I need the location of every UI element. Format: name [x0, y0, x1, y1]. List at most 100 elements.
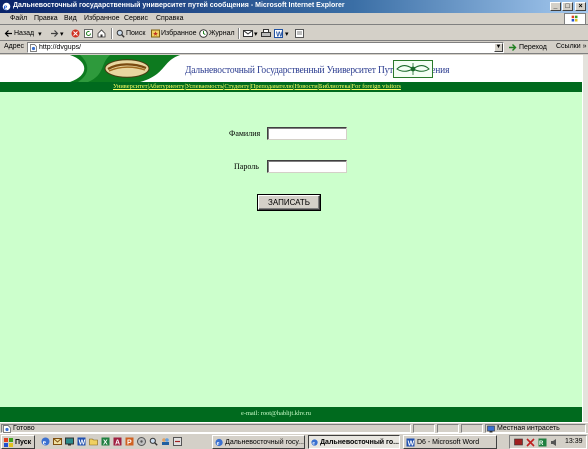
svg-text:P: P	[127, 439, 132, 446]
refresh-button[interactable]	[84, 28, 93, 39]
window-title-bar[interactable]: e Дальневосточный государственный универ…	[0, 0, 588, 13]
quicklaunch-outlook-icon[interactable]	[53, 437, 62, 446]
windows-flag-icon	[4, 437, 13, 447]
task-ie-icon: e	[215, 438, 223, 447]
go-button[interactable]: Переход	[508, 43, 547, 52]
quicklaunch-excel-icon[interactable]: X	[101, 437, 110, 446]
task-ie-icon: e	[311, 438, 318, 446]
discuss-button[interactable]	[295, 28, 304, 39]
menu-file[interactable]: Файл	[10, 15, 27, 22]
stop-button[interactable]	[71, 28, 80, 39]
intranet-zone-icon	[487, 425, 495, 433]
quicklaunch-word-icon[interactable]: W	[77, 437, 86, 446]
back-arrow-icon	[4, 30, 12, 37]
quicklaunch-powerpoint-icon[interactable]: P	[125, 437, 134, 446]
quicklaunch-app-icon[interactable]	[173, 437, 182, 446]
address-field[interactable]: ▼	[27, 42, 504, 53]
quicklaunch-access-icon[interactable]: A	[113, 437, 122, 446]
address-dropdown-icon[interactable]: ▼	[494, 43, 503, 52]
quicklaunch-desktop-icon[interactable]	[65, 437, 74, 446]
status-bar: Готово Местная интрасеть	[0, 422, 588, 433]
submit-button[interactable]: ЗАПИСАТЬ	[258, 195, 320, 210]
status-cell-empty	[461, 424, 483, 433]
clock[interactable]: 13:39	[565, 438, 583, 445]
print-button[interactable]	[261, 28, 271, 39]
page-viewport: Дальневосточный Государственный Универси…	[0, 55, 582, 422]
task-label: Дальневосточный го...	[320, 438, 399, 446]
task-word-icon: W	[406, 438, 415, 447]
svg-text:W: W	[79, 439, 86, 446]
favorites-icon	[151, 29, 160, 38]
nav-link-library[interactable]: Библиотека	[319, 83, 350, 90]
address-label: Адрес	[4, 43, 25, 50]
start-button[interactable]: Пуск	[1, 435, 35, 449]
back-dropdown-icon[interactable]: ▾	[38, 30, 42, 38]
menu-edit[interactable]: Правка	[34, 15, 58, 22]
edit-dropdown-icon[interactable]: ▾	[285, 30, 289, 38]
menu-view[interactable]: Вид	[64, 15, 77, 22]
minimize-button[interactable]: _	[550, 2, 561, 11]
password-input[interactable]	[267, 160, 347, 173]
quicklaunch-folder-icon[interactable]	[89, 437, 98, 446]
status-zone: Местная интрасеть	[485, 424, 586, 433]
edit-icon: W	[274, 29, 283, 38]
status-main: Готово	[1, 424, 411, 433]
links-button[interactable]: Ссылки »	[556, 43, 586, 50]
nav-link-grades[interactable]: Успеваемость	[186, 83, 223, 90]
nav-link-applicants[interactable]: Абитуриенту	[149, 83, 185, 90]
menu-favorites[interactable]: Избранное	[84, 15, 119, 22]
tray-network-icon[interactable]	[514, 438, 523, 447]
nav-link-news[interactable]: Новости	[294, 83, 317, 90]
page-icon	[30, 44, 37, 52]
password-label: Пароль	[234, 162, 259, 171]
mail-button[interactable]: ▾	[243, 28, 258, 39]
forward-dropdown-icon[interactable]: ▾	[60, 30, 64, 38]
task-button-ie-2[interactable]: e Дальневосточный го...	[308, 435, 400, 449]
svg-text:e: e	[217, 440, 220, 447]
nav-link-university[interactable]: Университет	[113, 83, 148, 90]
task-button-ie-1[interactable]: e Дальневосточный госу...	[212, 435, 305, 449]
taskbar: Пуск e W X A P e Дальневосточный госу...…	[0, 433, 588, 449]
favorites-button[interactable]: Избранное	[151, 28, 196, 39]
address-input[interactable]	[39, 43, 489, 52]
nav-link-foreign-visitors[interactable]: For foreign visitors	[352, 83, 401, 90]
forward-button[interactable]: ▾	[50, 28, 64, 39]
address-bar: Адрес ▼ Переход Ссылки »	[0, 41, 588, 54]
task-button-word[interactable]: W D6 - Microsoft Word	[403, 435, 497, 449]
mail-dropdown-icon[interactable]: ▾	[254, 30, 258, 38]
quicklaunch-ie-icon[interactable]: e	[41, 437, 50, 446]
edit-button[interactable]: W ▾	[274, 28, 289, 39]
tray-volume-icon[interactable]	[550, 438, 559, 447]
print-icon	[261, 29, 271, 37]
svg-text:X: X	[103, 439, 108, 446]
task-label: Дальневосточный госу...	[225, 438, 304, 446]
history-button[interactable]: Журнал	[199, 28, 235, 39]
discuss-icon	[295, 29, 304, 38]
nav-link-students[interactable]: Студенту	[224, 83, 249, 90]
stop-icon	[71, 29, 80, 38]
close-button[interactable]: ×	[575, 2, 586, 11]
svg-text:W: W	[408, 440, 415, 447]
tray-antivirus-icon[interactable]	[526, 438, 535, 447]
menu-tools[interactable]: Сервис	[124, 15, 148, 22]
quicklaunch-search-icon[interactable]	[149, 437, 158, 446]
toolbar-separator	[111, 28, 113, 39]
back-button[interactable]: Назад ▾	[4, 28, 42, 39]
search-label: Поиск	[126, 30, 146, 37]
nav-link-teachers[interactable]: Преподавателю	[251, 83, 293, 90]
history-label: Журнал	[209, 30, 235, 37]
footer-email[interactable]: e-mail: root@hablijt.khv.ru	[241, 410, 311, 417]
menu-help[interactable]: Справка	[156, 15, 183, 22]
maximize-button[interactable]: □	[562, 2, 573, 11]
search-button[interactable]: Поиск	[116, 28, 145, 39]
vertical-scrollbar[interactable]	[582, 55, 588, 422]
windows-logo-icon	[564, 13, 586, 25]
quicklaunch-media-icon[interactable]	[137, 437, 146, 446]
tray-keyboard-icon[interactable]: R	[538, 438, 547, 447]
surname-input[interactable]	[267, 127, 347, 140]
refresh-icon	[84, 29, 93, 38]
ie-window-icon: e	[2, 3, 11, 11]
quicklaunch-people-icon[interactable]	[161, 437, 170, 446]
home-button[interactable]	[97, 28, 106, 39]
status-cell-empty	[413, 424, 435, 433]
